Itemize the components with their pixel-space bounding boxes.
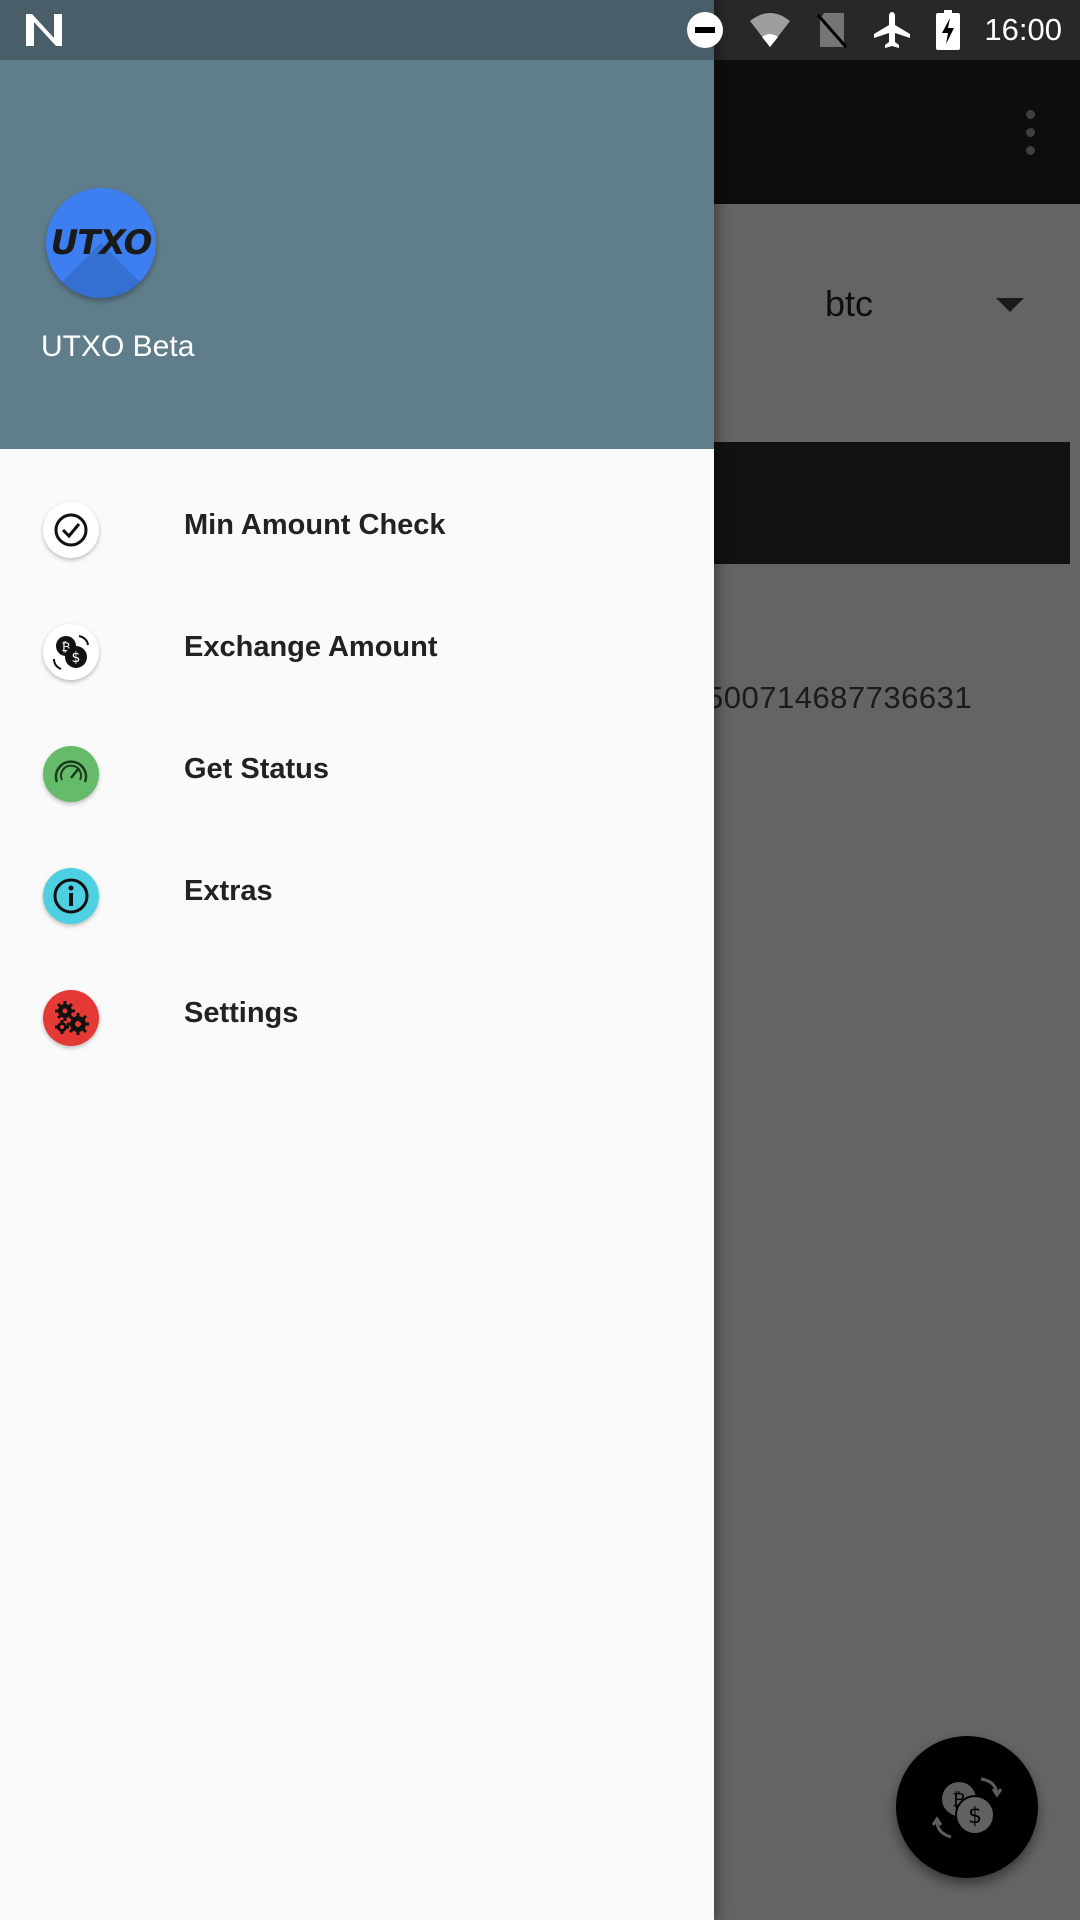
screen: btc 500714687736631 ₿ $ UTXO: [0, 0, 1080, 1920]
menu-item-exchange-amount[interactable]: ₿ $ Exchange Amount: [0, 591, 714, 713]
app-name: UTXO Beta: [41, 330, 195, 363]
app-logo-text: UTXO: [50, 223, 153, 263]
menu-item-label: Settings: [184, 997, 299, 1029]
menu-item-label: Get Status: [184, 753, 330, 785]
check-circle-icon: [43, 502, 99, 558]
menu-item-extras[interactable]: Extras: [0, 835, 714, 957]
drawer-menu: Min Amount Check ₿ $ Exchange Amount Get…: [0, 469, 714, 1079]
app-logo: UTXO: [46, 188, 156, 298]
n-logo-icon: [26, 14, 62, 46]
menu-item-label: Extras: [184, 875, 273, 907]
menu-item-min-amount-check[interactable]: Min Amount Check: [0, 469, 714, 591]
menu-item-settings[interactable]: Settings: [0, 957, 714, 1079]
airplane-mode-icon: [874, 12, 911, 48]
no-sim-icon: [817, 13, 848, 48]
menu-item-label: Min Amount Check: [184, 509, 446, 541]
navigation-drawer: UTXO UTXO Beta Min Amount Check ₿ $ Exch…: [0, 0, 714, 1920]
gears-icon: [43, 990, 99, 1046]
menu-item-label: Exchange Amount: [184, 631, 438, 663]
battery-charging-icon: [936, 10, 961, 50]
menu-item-get-status[interactable]: Get Status: [0, 713, 714, 835]
info-icon: [43, 868, 99, 924]
wifi-icon: [750, 13, 791, 47]
speedometer-icon: [43, 746, 99, 802]
exchange-icon: ₿ $: [43, 624, 99, 680]
svg-text:$: $: [72, 650, 81, 666]
status-bar: 16:00: [0, 0, 1080, 60]
do-not-disturb-icon: [687, 12, 724, 48]
drawer-header: UTXO UTXO Beta: [0, 60, 714, 449]
status-time: 16:00: [984, 12, 1062, 47]
